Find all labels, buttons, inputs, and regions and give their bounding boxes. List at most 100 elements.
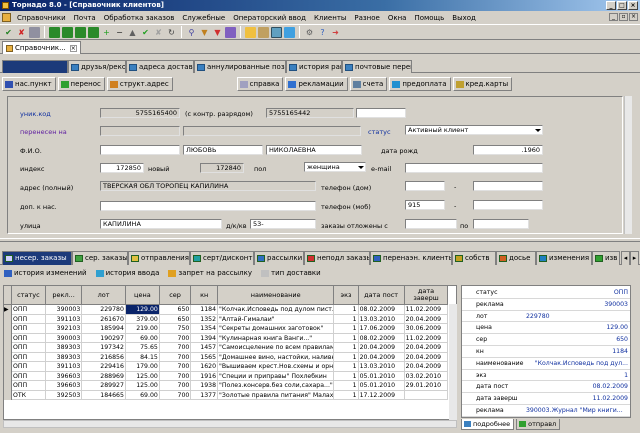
detail-value[interactable]: 1 (526, 371, 628, 381)
postponed-to-field[interactable] (473, 219, 529, 229)
tab-postal-transfers[interactable]: почтовые переводы (342, 60, 412, 73)
tab-own[interactable]: собств (452, 251, 496, 265)
table-cell[interactable]: 20.04.2009 (404, 343, 449, 353)
table-row[interactable]: ОПП 389303 197342 75.65 700 1457 "Самоисцелени… (4, 343, 456, 353)
minimize-button[interactable]: _ (606, 1, 616, 10)
table-cell[interactable]: 1 (334, 314, 359, 324)
new-index-field[interactable]: 172840 (200, 163, 244, 173)
table-cell[interactable]: 219.00 (125, 324, 160, 334)
table-cell[interactable]: 84.15 (125, 352, 160, 362)
table-cell[interactable]: 700 (159, 390, 192, 400)
table-cell[interactable]: ОПП (12, 381, 46, 391)
menu-vyhod[interactable]: Выход (448, 14, 480, 22)
table-cell[interactable]: 389303 (45, 352, 83, 362)
exit-icon[interactable]: ➜ (330, 27, 341, 38)
table-cell[interactable]: 30.06.2009 (404, 324, 449, 334)
email-field[interactable] (405, 163, 543, 173)
table-cell[interactable]: 11.02.2009 (404, 305, 449, 315)
table-cell[interactable]: ОПП (12, 362, 46, 372)
detail-value[interactable]: 650 (526, 335, 628, 345)
post-icon[interactable]: ✔ (140, 27, 151, 38)
table-cell[interactable]: 389303 (45, 343, 83, 353)
table-cell[interactable]: 390003 (45, 333, 83, 343)
table-cell[interactable]: ОПП (12, 371, 46, 381)
column-header[interactable]: кн (191, 286, 219, 305)
detail-value[interactable]: 1184 (526, 347, 628, 357)
claims-button[interactable]: рекламации (285, 76, 348, 91)
table-cell[interactable]: 390003 (45, 305, 83, 315)
detail-value[interactable]: 390003.Журнал "Мир книги... (526, 406, 628, 416)
tab-certificates[interactable]: серт/дисконт (190, 251, 254, 265)
table-cell[interactable]: 1 (334, 352, 359, 362)
code-extra-field[interactable] (356, 108, 406, 118)
tab-changes[interactable]: изменения (536, 251, 592, 265)
cancel-icon[interactable]: ✘ (16, 27, 27, 38)
control-code-field[interactable]: 5755165442 (266, 108, 354, 118)
table-cell[interactable]: 1354 (191, 324, 219, 334)
table-cell[interactable]: 125.00 (125, 381, 160, 391)
table-row[interactable]: ▶ ОПП 390003 229780 129.00 650 1184 "Колчак.Исп… (4, 305, 456, 315)
invoices-button[interactable]: счета (349, 76, 388, 91)
filter-icon[interactable]: ▼ (199, 27, 210, 38)
table-cell[interactable]: 1 (334, 324, 359, 334)
detail-value[interactable]: 08.02.2009 (526, 382, 628, 392)
detail-value[interactable]: 390003 (526, 300, 628, 310)
export-icon[interactable] (258, 26, 269, 38)
credit-cards-button[interactable]: кред.карты (452, 76, 513, 91)
delivery-type-button[interactable]: тип доставки (259, 267, 324, 281)
table-cell[interactable]: 13.03.2010 (358, 314, 405, 324)
table-cell[interactable]: "Вышиваем крест.Нов.схемы и орнам." (218, 362, 335, 372)
table-cell[interactable]: 396603 (45, 371, 83, 381)
tab-unserviced-orders[interactable]: несер. заказы (2, 251, 72, 265)
table-cell[interactable]: ОПП (12, 314, 46, 324)
close-icon[interactable]: × (69, 44, 77, 52)
tab-cancelled[interactable]: аннулированные позиции (194, 60, 286, 73)
first-record-icon[interactable] (49, 26, 60, 38)
table-cell[interactable]: 650 (159, 305, 192, 315)
table-vertical-scrollbar[interactable] (449, 304, 457, 420)
table-row[interactable]: ОПП 392103 185994 219.00 750 1354 "Секреты дом… (4, 324, 456, 334)
tabs-scroll-right[interactable]: ▸ (630, 251, 639, 265)
table-cell[interactable]: "Секреты домашних заготовок" (218, 324, 335, 334)
table-cell[interactable]: 700 (159, 381, 192, 391)
detail-value[interactable]: 129.00 (526, 323, 628, 333)
table-cell[interactable]: 13.03.2010 (358, 362, 405, 372)
menu-klienty[interactable]: Клиенты (310, 14, 350, 22)
edit-icon[interactable]: ▲ (127, 27, 138, 38)
table-cell[interactable]: 20.04.2009 (404, 352, 449, 362)
table-cell[interactable]: 75.65 (125, 343, 160, 353)
table-row[interactable]: ОПП 391103 261670 379.00 650 1352 "Алтай-Гимал… (4, 314, 456, 324)
table-cell[interactable]: 700 (159, 343, 192, 353)
table-cell[interactable]: 1352 (191, 314, 219, 324)
reference-button[interactable]: справка (236, 76, 284, 91)
table-cell[interactable]: 1 (334, 381, 359, 391)
table-cell[interactable]: 229780 (82, 305, 126, 315)
column-header[interactable]: статус (12, 286, 46, 305)
tab-dossier[interactable]: досье (496, 251, 536, 265)
folder-icon[interactable] (245, 26, 256, 38)
table-cell[interactable]: 20.04.2009 (358, 343, 405, 353)
table-cell[interactable]: 289927 (82, 381, 126, 391)
table-cell[interactable]: 261670 (82, 314, 126, 324)
column-header[interactable]: наименование (218, 286, 335, 305)
tab-details[interactable]: подробнее (461, 419, 515, 430)
table-cell[interactable]: ОПП (12, 343, 46, 353)
table-cell[interactable]: 1 (334, 305, 359, 315)
postponed-from-field[interactable] (405, 219, 457, 229)
mdi-minimize-button[interactable]: _ (609, 13, 618, 21)
table-row[interactable]: ОТК 392503 184665 69.00 700 1377 "Золотые прав… (4, 390, 456, 400)
table-cell[interactable]: 20.04.2009 (358, 352, 405, 362)
table-cell[interactable]: 05.01.2010 (358, 371, 405, 381)
phone-home-field[interactable] (473, 181, 543, 191)
delete-icon[interactable]: − (114, 27, 125, 38)
tabs-scroll-left[interactable]: ◂ (621, 251, 630, 265)
table-cell[interactable]: 392103 (45, 324, 83, 334)
columns-icon[interactable] (225, 26, 236, 38)
prepayment-button[interactable]: предоплата (389, 76, 451, 91)
table-cell[interactable]: 197342 (82, 343, 126, 353)
table-cell[interactable]: 396603 (45, 381, 83, 391)
table-cell[interactable]: 69.00 (125, 390, 160, 400)
table-cell[interactable]: 11.02.2009 (404, 333, 449, 343)
table-cell[interactable]: ОПП (12, 305, 46, 315)
table-cell[interactable]: ОПП (12, 324, 46, 334)
